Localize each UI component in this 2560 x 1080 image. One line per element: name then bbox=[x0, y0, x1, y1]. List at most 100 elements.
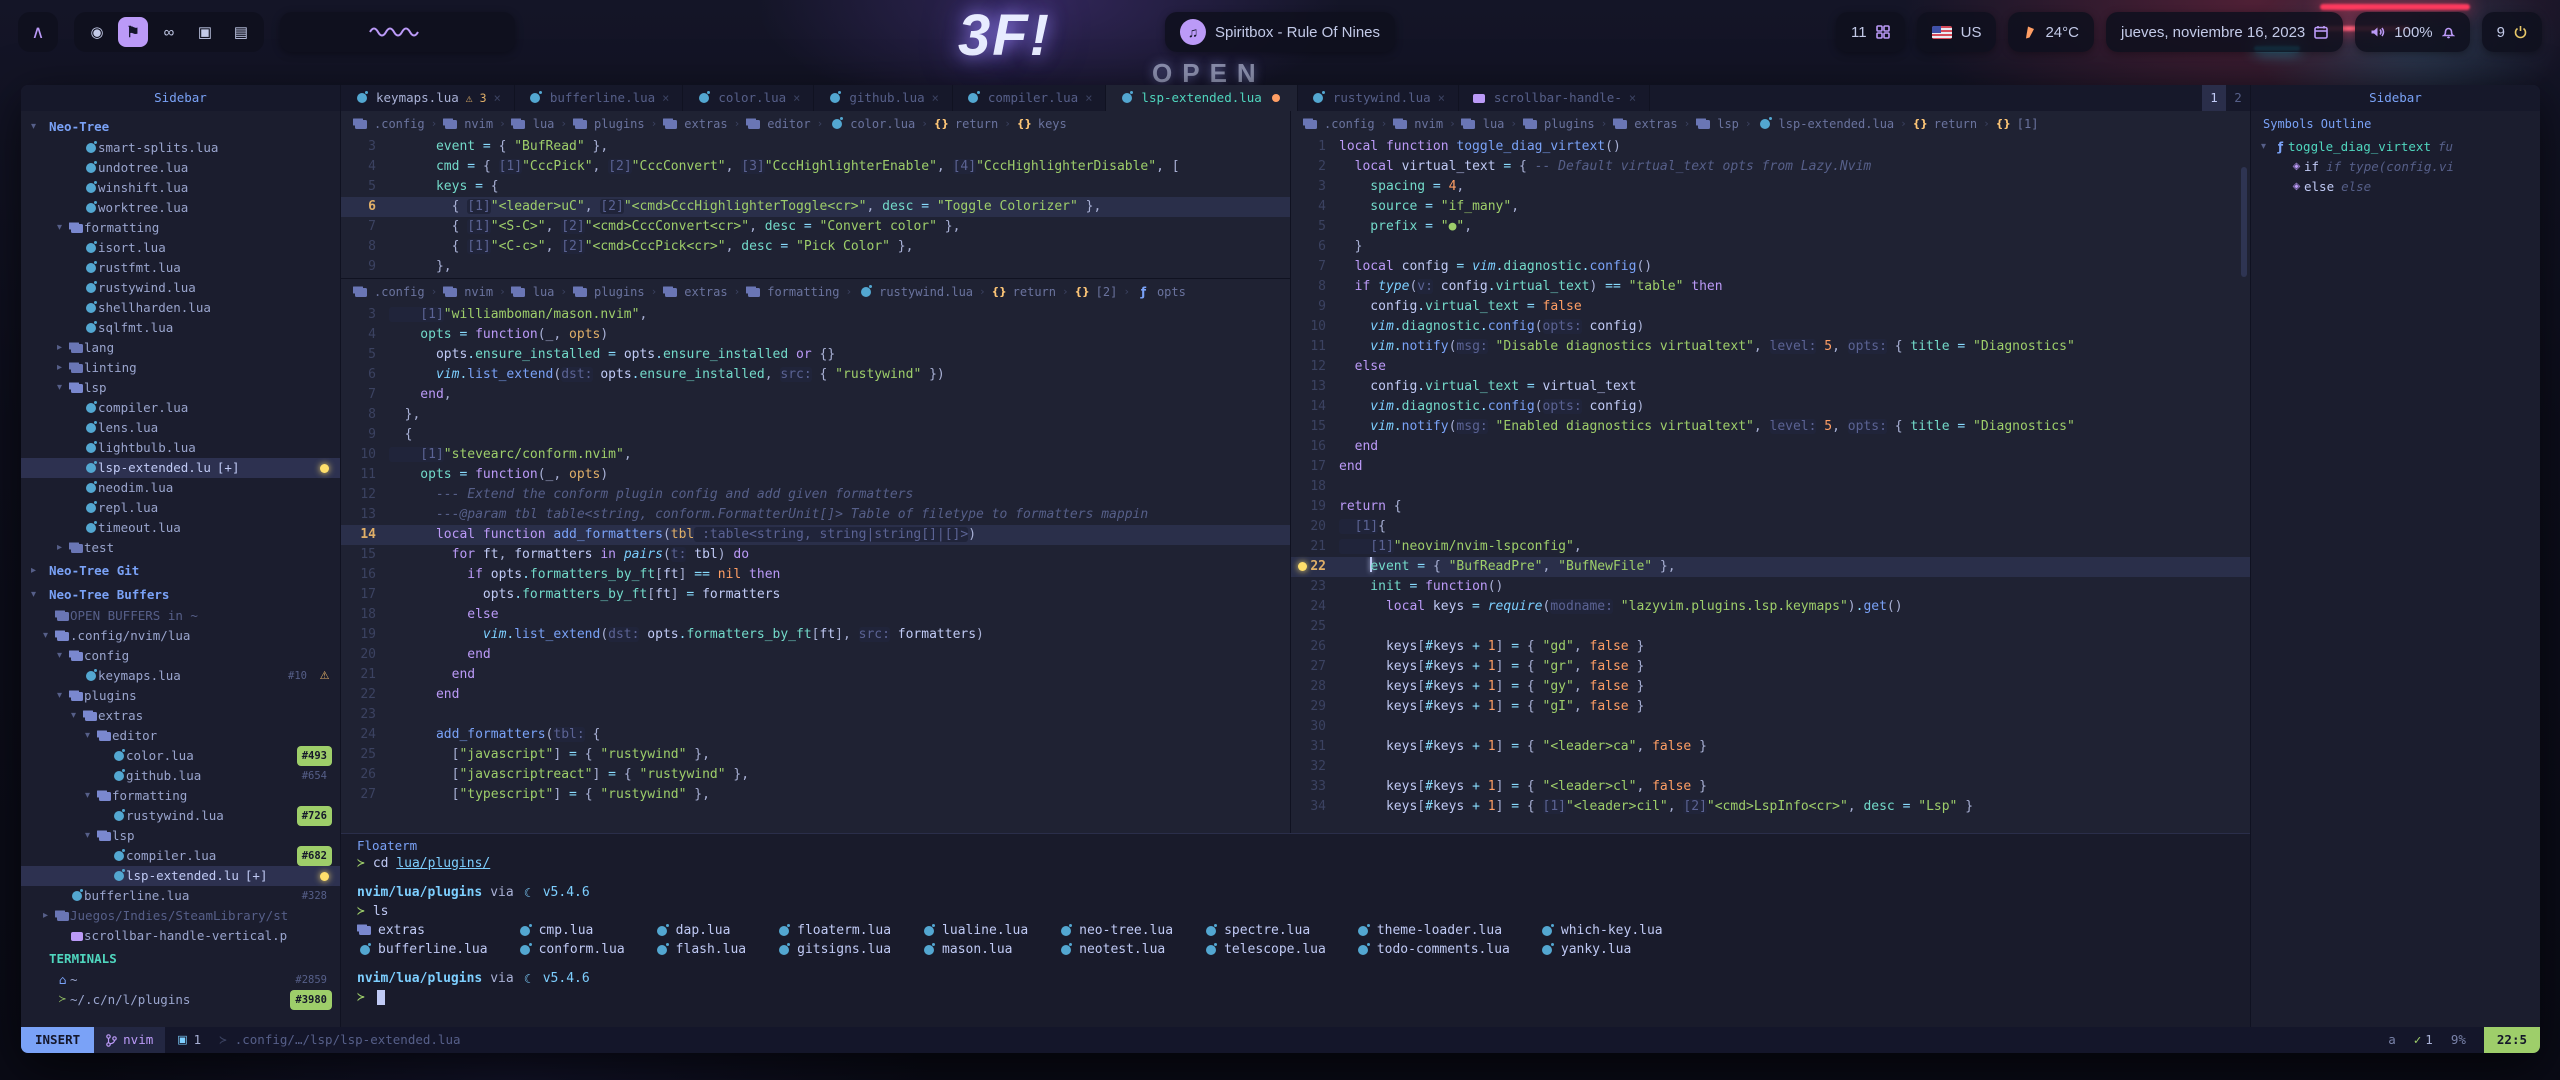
code-line[interactable]: 12 else bbox=[1291, 357, 2250, 377]
code-line[interactable]: 34 keys[#keys + 1] = { [1]"<leader>cil",… bbox=[1291, 797, 2250, 817]
listing-item[interactable]: gitsigns.lua bbox=[776, 940, 891, 959]
close-icon[interactable]: × bbox=[793, 88, 800, 108]
listing-item[interactable]: neotest.lua bbox=[1058, 940, 1173, 959]
tree-item[interactable]: ▸linting bbox=[21, 358, 340, 378]
chevron-down-icon[interactable]: ▾ bbox=[71, 706, 83, 726]
code-line[interactable]: 33 keys[#keys + 1] = { "<leader>cl", fal… bbox=[1291, 777, 2250, 797]
outline-item[interactable]: ◈ifif type(config.vi bbox=[2251, 157, 2540, 177]
code-line[interactable]: 3 [1]"williamboman/mason.nvim", bbox=[341, 305, 1290, 325]
power-pill[interactable]: 9 bbox=[2482, 12, 2542, 52]
code-line[interactable]: 1local function toggle_diag_virtext() bbox=[1291, 137, 2250, 157]
code-line[interactable]: 19return { bbox=[1291, 497, 2250, 517]
dock-dashboard-button[interactable]: ◉ bbox=[82, 17, 112, 47]
chevron-down-icon[interactable]: ▾ bbox=[57, 218, 69, 238]
code-line[interactable]: 21 [1]"neovim/nvim-lspconfig", bbox=[1291, 537, 2250, 557]
tree-item[interactable]: color.lua#493 bbox=[21, 746, 340, 766]
dock-copy-button[interactable]: ▣ bbox=[190, 17, 220, 47]
close-icon[interactable]: × bbox=[1085, 88, 1092, 108]
listing-item[interactable]: lualine.lua bbox=[921, 921, 1028, 940]
listing-item[interactable]: floaterm.lua bbox=[776, 921, 891, 940]
code-line[interactable]: 18 bbox=[1291, 477, 2250, 497]
code-line[interactable]: 15 for ft, formatters in pairs(t: tbl) d… bbox=[341, 545, 1290, 565]
code-line[interactable]: 24 local keys = require(modname: "lazyvi… bbox=[1291, 597, 2250, 617]
chevron-right-icon[interactable]: ▸ bbox=[57, 538, 69, 558]
listing-item[interactable]: which-key.lua bbox=[1540, 921, 1663, 940]
tree-item[interactable]: lens.lua bbox=[21, 418, 340, 438]
tree-item[interactable]: ▸lang bbox=[21, 338, 340, 358]
outline-item[interactable]: ▾ƒtoggle_diag_virtextfu bbox=[2251, 137, 2540, 157]
code-line[interactable]: 24 add_formatters(tbl: { bbox=[341, 725, 1290, 745]
tree-item[interactable]: rustywind.lua bbox=[21, 278, 340, 298]
tree-section-header[interactable]: ▾Neo-Tree Buffers bbox=[21, 584, 340, 606]
tree-item[interactable]: ▾extras bbox=[21, 706, 340, 726]
tree-item[interactable]: ▾formatting bbox=[21, 786, 340, 806]
tree-item[interactable]: lsp-extended.lu[+] bbox=[21, 866, 340, 886]
tree-item[interactable]: ▸test bbox=[21, 538, 340, 558]
listing-item[interactable]: dap.lua bbox=[655, 921, 746, 940]
tabpage-1[interactable]: 1 bbox=[2202, 85, 2226, 111]
tree-item[interactable]: lsp-extended.lu[+] bbox=[21, 458, 340, 478]
tree-item[interactable]: compiler.lua#682 bbox=[21, 846, 340, 866]
chevron-down-icon[interactable]: ▾ bbox=[85, 786, 97, 806]
listing-item[interactable]: conform.lua bbox=[518, 940, 625, 959]
code-line[interactable]: 11 opts = function(_, opts) bbox=[341, 465, 1290, 485]
code-line[interactable]: 11 vim.notify(msg: "Disable diagnostics … bbox=[1291, 337, 2250, 357]
code-line[interactable]: 12 --- Extend the conform plugin config … bbox=[341, 485, 1290, 505]
code-line[interactable]: 8 if type(v: config.virtual_text) == "ta… bbox=[1291, 277, 2250, 297]
tree-item[interactable]: ▾plugins bbox=[21, 686, 340, 706]
buffer-tab[interactable]: scrollbar-handle-× bbox=[1459, 85, 1650, 111]
tree-item[interactable]: repl.lua bbox=[21, 498, 340, 518]
code-line[interactable]: 30 bbox=[1291, 717, 2250, 737]
tree-item[interactable]: ≻~/.c/n/l/plugins#3980 bbox=[21, 990, 340, 1010]
code-line[interactable]: 7 end, bbox=[341, 385, 1290, 405]
chevron-down-icon[interactable]: ▾ bbox=[85, 726, 97, 746]
chevron-down-icon[interactable]: ▾ bbox=[85, 826, 97, 846]
code-line[interactable]: 20 [1]{ bbox=[1291, 517, 2250, 537]
floaterm-panel[interactable]: Floaterm ≻ cd lua/plugins/ nvim/lua/plug… bbox=[341, 833, 2250, 1027]
editor-pane-lsp[interactable]: .config›nvim›lua›plugins›extras›lsp›lsp-… bbox=[1291, 111, 2250, 833]
buffer-tab[interactable]: bufferline.lua× bbox=[515, 85, 684, 111]
code-line[interactable]: 8 }, bbox=[341, 405, 1290, 425]
code-line[interactable]: 22 end bbox=[341, 685, 1290, 705]
buffer-tab[interactable]: compiler.lua× bbox=[953, 85, 1107, 111]
tree-item[interactable]: OPEN BUFFERS in ~ bbox=[21, 606, 340, 626]
tree-item[interactable]: rustywind.lua#726 bbox=[21, 806, 340, 826]
code-line[interactable]: 16 end bbox=[1291, 437, 2250, 457]
code-line[interactable]: 18 else bbox=[341, 605, 1290, 625]
git-branch[interactable]: nvim bbox=[94, 1027, 165, 1053]
tabpage-2[interactable]: 2 bbox=[2226, 85, 2250, 111]
code-line[interactable]: 6 } bbox=[1291, 237, 2250, 257]
buffer-tab[interactable]: github.lua× bbox=[814, 85, 953, 111]
code-line[interactable]: 3 event = { "BufRead" }, bbox=[341, 137, 1290, 157]
listing-item[interactable]: neo-tree.lua bbox=[1058, 921, 1173, 940]
terminal-prompt-line[interactable]: ≻ bbox=[357, 988, 2234, 1007]
tree-item[interactable]: ⌂~#2859 bbox=[21, 970, 340, 990]
listing-item[interactable]: cmp.lua bbox=[518, 921, 625, 940]
listing-item[interactable]: mason.lua bbox=[921, 940, 1028, 959]
tree-item[interactable]: ▾formatting bbox=[21, 218, 340, 238]
code-line[interactable]: 19 vim.list_extend(dst: opts.formatters_… bbox=[341, 625, 1290, 645]
code-line[interactable]: 27 ["typescript"] = { "rustywind" }, bbox=[341, 785, 1290, 805]
code-line[interactable]: 6 vim.list_extend(dst: opts.ensure_insta… bbox=[341, 365, 1290, 385]
editor-pane-rustywind[interactable]: .config›nvim›lua›plugins›extras›formatti… bbox=[341, 279, 1290, 833]
code-line[interactable]: 14 local function add_formatters(tbl :ta… bbox=[341, 525, 1290, 545]
search-input[interactable] bbox=[280, 12, 515, 52]
tree-item[interactable]: keymaps.lua#10⚠ bbox=[21, 666, 340, 686]
code-line[interactable]: 10 vim.diagnostic.config(opts: config) bbox=[1291, 317, 2250, 337]
chevron-right-icon[interactable]: ▸ bbox=[57, 338, 69, 358]
dock-infinity-button[interactable]: ∞ bbox=[154, 17, 184, 47]
tree-item[interactable]: ▸Juegos/Indies/SteamLibrary/st bbox=[21, 906, 340, 926]
code-line[interactable]: 4 opts = function(_, opts) bbox=[341, 325, 1290, 345]
tree-section-header[interactable]: ▾Neo-Tree bbox=[21, 116, 340, 138]
code-line[interactable]: 26 keys[#keys + 1] = { "gd", false } bbox=[1291, 637, 2250, 657]
outline-item[interactable]: ◈elseelse bbox=[2251, 177, 2540, 197]
tree-item[interactable]: isort.lua bbox=[21, 238, 340, 258]
tree-item[interactable]: ▾config bbox=[21, 646, 340, 666]
workspaces-pill[interactable]: 11 bbox=[1836, 12, 1905, 52]
code-line[interactable]: 7 { [1]"<S-C>", [2]"<cmd>CccConvert<cr>"… bbox=[341, 217, 1290, 237]
buffer-tab[interactable]: lsp-extended.lua bbox=[1106, 85, 1297, 111]
code-line[interactable]: 25 ["javascript"] = { "rustywind" }, bbox=[341, 745, 1290, 765]
chevron-right-icon[interactable]: ▸ bbox=[43, 906, 55, 926]
chevron-down-icon[interactable]: ▾ bbox=[2261, 137, 2273, 157]
chevron-down-icon[interactable]: ▾ bbox=[57, 378, 69, 398]
